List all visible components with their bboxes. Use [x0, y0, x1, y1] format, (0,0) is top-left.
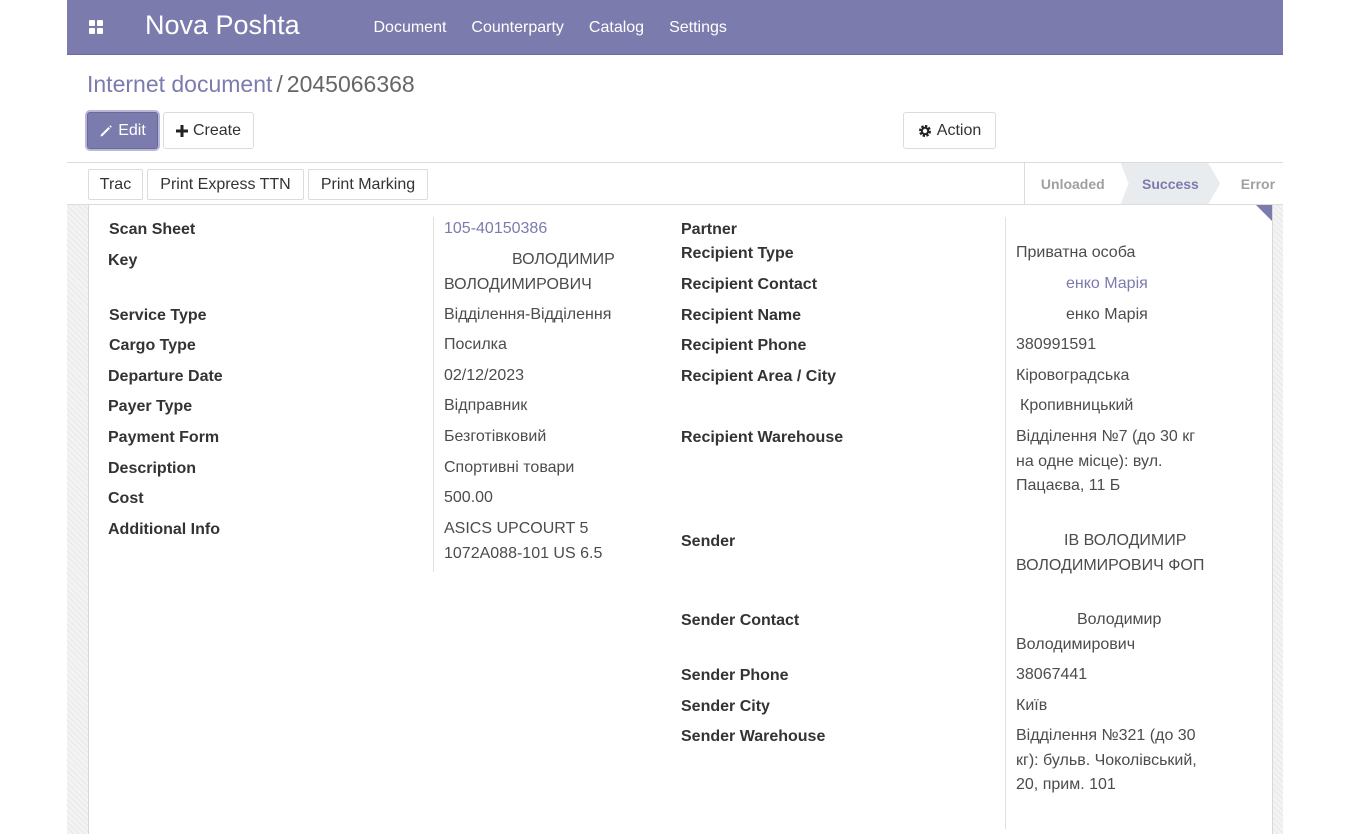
field-value-payment-form: Безготівковий [444, 428, 547, 445]
field-value-payer-type: Відправник [444, 397, 528, 414]
action-button[interactable]: Action [903, 112, 996, 149]
field-label-key: Key [108, 252, 138, 269]
field-label-cost: Cost [108, 490, 144, 507]
field-value-sender-phone: 38067441 [1016, 666, 1088, 683]
print-marking-button[interactable]: Print Marking [308, 169, 428, 200]
gear-icon [918, 124, 931, 137]
field-label-sender-phone: Sender Phone [681, 667, 789, 684]
field-value-sender-contact: Володимир Володимирович [1016, 611, 1162, 653]
menu-item-settings[interactable]: Settings [657, 19, 740, 37]
field-label-service-type: Service Type [109, 307, 207, 324]
breadcrumb: Internet document/2045066368 [87, 71, 415, 98]
breadcrumb-parent[interactable]: Internet document [87, 71, 272, 97]
status-bar: Unloaded Success Error [1024, 163, 1283, 204]
field-value-departure-date: 02/12/2023 [444, 367, 525, 384]
print-express-ttn-button[interactable]: Print Express TTN [147, 169, 304, 200]
field-value-recipient-area: Кіровоградська [1016, 367, 1130, 384]
field-value-sender-city: Київ [1016, 697, 1048, 714]
pencil-icon [100, 124, 113, 136]
action-button-label: Action [936, 121, 982, 139]
create-button-label: Create [192, 121, 242, 139]
status-step-unloaded[interactable]: Unloaded [1025, 163, 1121, 204]
menu-item-document[interactable]: Document [361, 19, 459, 37]
status-step-error[interactable]: Error [1220, 163, 1283, 204]
field-label-partner: Partner [681, 221, 738, 238]
field-label-payment-form: Payment Form [108, 429, 220, 446]
field-value-key: ВОЛОДИМИР ВОЛОДИМИРОВИЧ [444, 251, 615, 293]
breadcrumb-current: 2045066368 [286, 71, 415, 97]
create-button[interactable]: Create [163, 112, 254, 149]
field-label-sender-city: Sender City [681, 698, 770, 715]
field-label-cargo-type: Cargo Type [109, 337, 196, 354]
app-brand[interactable]: Nova Poshta [145, 10, 300, 41]
field-value-recipient-contact[interactable]: енко Марія [1066, 272, 1148, 297]
sheet-corner-ribbon [1256, 205, 1272, 221]
field-value-service-type: Відділення-Відділення [444, 306, 612, 323]
column-divider-left [433, 217, 434, 572]
field-label-sender-contact: Sender Contact [681, 612, 800, 629]
main-menu: Document Counterparty Catalog Settings [361, 0, 739, 55]
field-label-sender-warehouse: Sender Warehouse [681, 728, 826, 745]
apps-menu-icon[interactable] [89, 20, 103, 34]
field-label-recipient-contact: Recipient Contact [681, 276, 818, 293]
field-label-sender: Sender [681, 533, 736, 550]
field-label-scan-sheet: Scan Sheet [109, 221, 196, 238]
status-step-success[interactable]: Success [1120, 163, 1221, 204]
plus-icon [175, 124, 188, 137]
field-label-recipient-name: Recipient Name [681, 307, 802, 324]
field-value-recipient-city: Кропивницький [1020, 397, 1134, 414]
top-navbar: Nova Poshta Document Counterparty Catalo… [67, 0, 1283, 55]
edit-button[interactable]: Edit [87, 112, 158, 149]
edit-button-label: Edit [118, 121, 146, 139]
breadcrumb-separator: / [276, 71, 283, 97]
field-label-payer-type: Payer Type [108, 398, 193, 415]
field-label-recipient-type: Recipient Type [681, 245, 794, 262]
field-value-recipient-name: енко Марія [1066, 306, 1148, 323]
field-label-recipient-area-city: Recipient Area / City [681, 368, 837, 385]
form-header: Trac Print Express TTN Print Marking Unl… [67, 162, 1283, 205]
field-value-recipient-warehouse: Відділення №7 (до 30 кг на одне місце): … [1016, 428, 1196, 494]
field-value-recipient-type: Приватна особа [1016, 244, 1136, 261]
field-label-departure-date: Departure Date [108, 368, 223, 385]
menu-item-catalog[interactable]: Catalog [576, 19, 656, 37]
field-value-sender: ІВ ВОЛОДИМИР ВОЛОДИМИРОВИЧ ФОП [1016, 532, 1205, 574]
field-value-sender-warehouse: Відділення №321 (до 30 кг): бульв. Чокол… [1016, 727, 1197, 793]
field-label-description: Description [108, 460, 197, 477]
trac-button[interactable]: Trac [88, 169, 143, 200]
menu-item-counterparty[interactable]: Counterparty [459, 19, 577, 37]
field-label-recipient-phone: Recipient Phone [681, 337, 807, 354]
column-divider-right [1005, 217, 1006, 829]
field-value-cargo-type: Посилка [444, 336, 507, 353]
field-value-scan-sheet[interactable]: 105-40150386 [444, 217, 547, 242]
field-label-recipient-warehouse: Recipient Warehouse [681, 429, 844, 446]
field-value-recipient-phone: 380991591 [1016, 336, 1097, 353]
field-label-additional-info: Additional Info [108, 521, 220, 538]
field-value-cost: 500.00 [444, 489, 493, 506]
field-value-description: Спортивні товари [444, 459, 575, 476]
field-value-additional-info: ASICS UPCOURT 5 1072A088-101 US 6.5 [444, 520, 603, 562]
